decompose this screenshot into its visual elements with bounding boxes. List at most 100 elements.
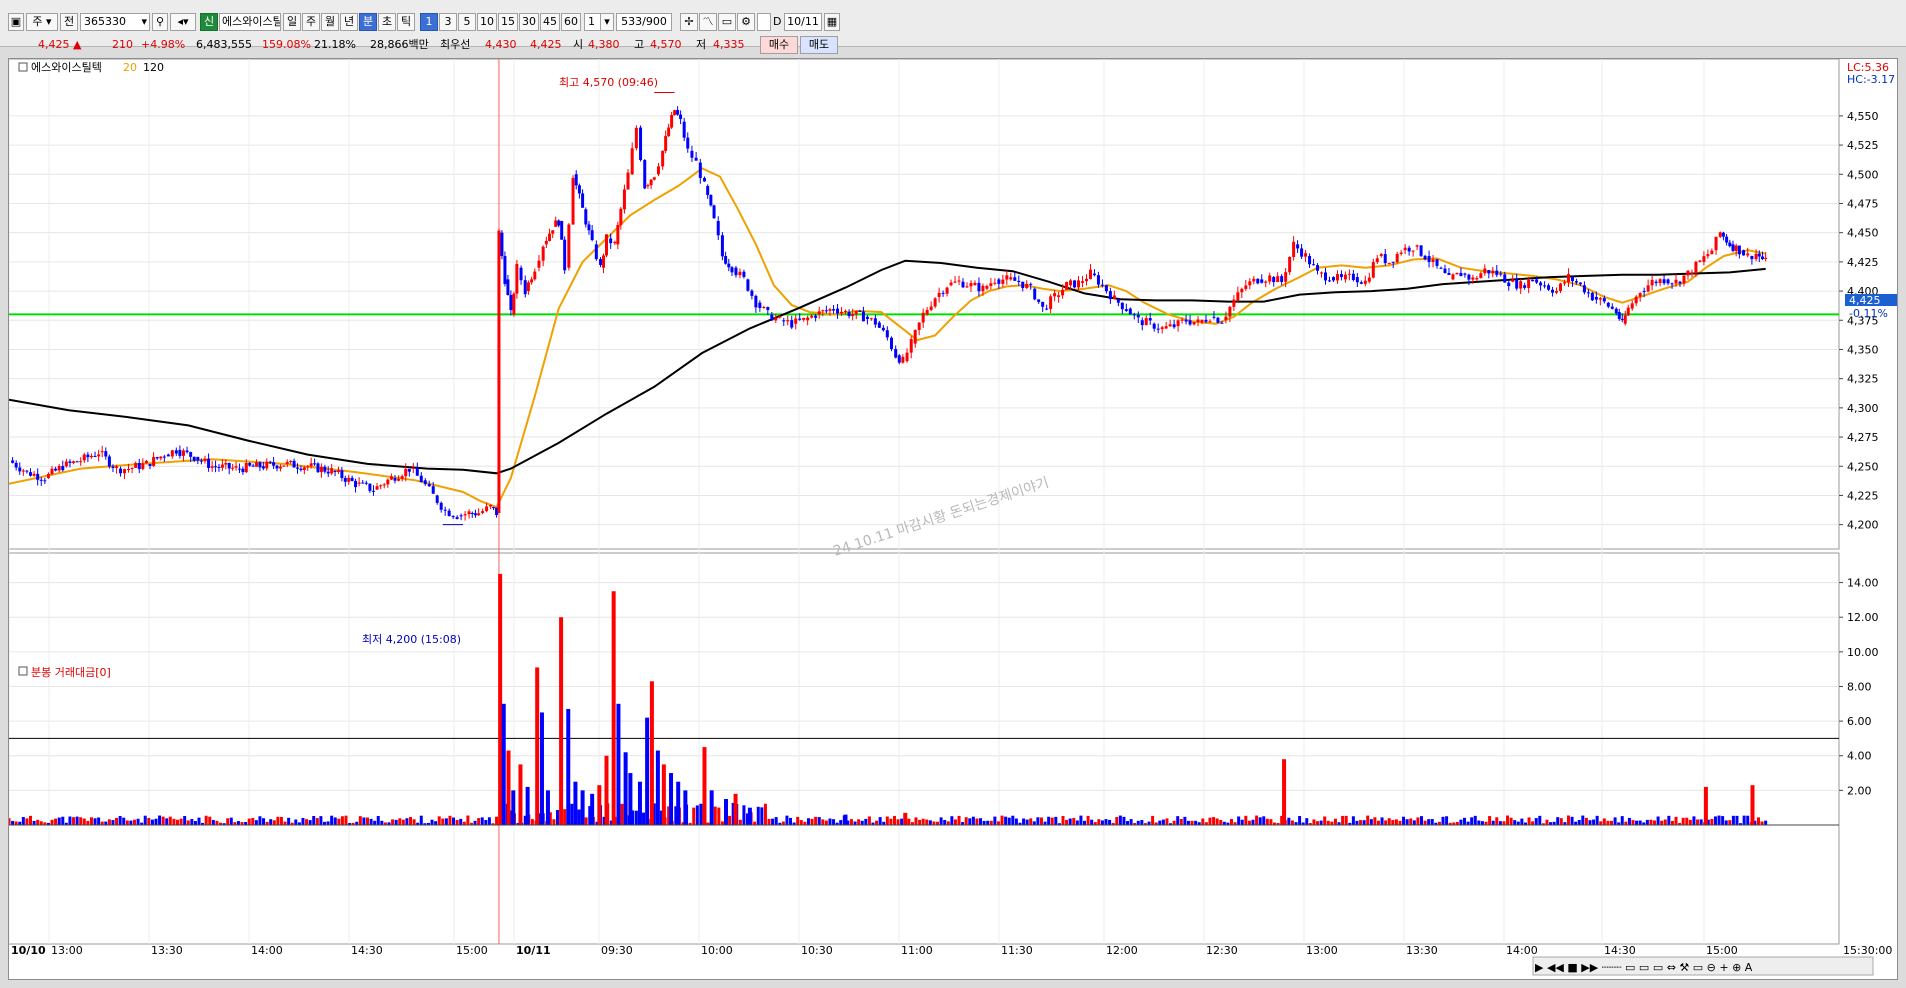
candle-down [686,137,690,149]
period-second[interactable]: 초 [378,13,396,31]
period-minute[interactable]: 분 [359,13,377,31]
candle-up [1395,253,1399,263]
candle-up [673,110,677,115]
volume-bar [394,819,398,825]
bar-count-field[interactable]: 533/900 [616,13,672,31]
volume-bar [896,819,900,825]
interval-3[interactable]: 3 [439,13,457,31]
volume-spike [1282,759,1287,825]
sound-icon[interactable]: ◂▾ [170,13,196,31]
candle-down [137,463,141,470]
volume-bar [1609,820,1613,825]
volume-bar [989,820,993,825]
interval-60[interactable]: 60 [561,13,581,31]
interval-10[interactable]: 10 [477,13,497,31]
candle-down [11,460,15,463]
price-tick-label: 4,325 [1847,373,1879,386]
candle-down [1725,236,1729,243]
volume-spike [843,814,848,825]
volume-bar [175,819,179,825]
candle-up [210,466,214,468]
candle-down [519,267,523,281]
candle-down [174,450,178,454]
stock-code-value: 365330 [84,15,126,28]
count-dropdown-icon[interactable]: ▾ [600,13,614,31]
search-icon[interactable]: ⚲ [152,13,168,31]
volume-bar [269,819,273,825]
period-week[interactable]: 주 [302,13,320,31]
candle-up [357,482,361,484]
interval-1[interactable]: 1 [420,13,438,31]
scroll-controls-icon[interactable]: ▶ ◀◀ ■ ▶▶ ┈┈┈ ▭ ▭ ▭ ⇔ ⚒ ▭ ⊖ + ⊕ A [1535,961,1753,974]
crosshair-icon[interactable]: ✢ [680,13,698,31]
volume-collapse-icon[interactable] [18,666,28,676]
volume-bar [1072,817,1076,825]
candle-down [1136,314,1140,318]
period-day[interactable]: 일 [283,13,301,31]
quote-turnover: 21.18% [314,38,356,51]
volume-bar [441,818,445,825]
volume-bar [29,815,33,825]
candle-down [712,205,716,219]
volume-bar [1151,815,1155,825]
window-layout-icon[interactable]: ▣ [8,13,24,31]
volume-bar [1470,817,1474,825]
type-select[interactable]: 주 ▾ [26,13,58,31]
candle-up [336,470,340,472]
interval-15[interactable]: 15 [498,13,518,31]
code-dropdown-icon[interactable]: ▾ [141,14,147,30]
date-input[interactable]: 10/11 [784,13,822,31]
high-annotation: 최고 4,570 (09:46) [559,76,658,89]
jeon-button[interactable]: 전 [60,13,78,31]
interval-45[interactable]: 45 [540,13,560,31]
volume-bar [398,818,402,825]
candle-down [581,193,585,208]
best-ask-label: 최우선 [440,38,471,51]
candle-down [676,110,680,115]
price-tick-label: 4,225 [1847,489,1879,502]
volume-bar [82,818,86,825]
buy-button[interactable]: 매수 [760,36,798,54]
candle-up [544,240,548,245]
stock-code-input[interactable]: 365330 ▾ [80,13,150,31]
interval-5[interactable]: 5 [458,13,476,31]
trend-icon[interactable]: 〽 [699,13,717,31]
sell-button[interactable]: 매도 [800,36,838,54]
volume-bar [821,819,825,825]
quote-change: 210 [112,38,133,51]
volume-bar [262,818,266,825]
volume-bar [1520,818,1524,825]
ma120-line [9,259,1766,475]
candle-down [1017,280,1021,283]
interval-30[interactable]: 30 [519,13,539,31]
volume-bar [828,818,832,825]
calendar-icon[interactable]: ▦ [824,13,840,31]
candle-down [1327,280,1331,282]
candle-up [1343,274,1347,280]
save-icon[interactable]: ▭ [718,13,736,31]
d-checkbox[interactable] [757,13,771,31]
volume-bar [204,815,208,825]
volume-bar [1760,821,1764,825]
volume-bar [1387,818,1391,825]
candle-up [1248,281,1252,286]
volume-bar [839,820,843,825]
panel-collapse-icon[interactable] [18,62,28,72]
candle-up [965,286,969,288]
gear-icon[interactable]: ⚙ [737,13,755,31]
candle-up [1112,295,1116,300]
candle-down [1666,279,1670,284]
price-volume-chart[interactable]: 4,5504,5254,5004,4754,4504,4254,4004,375… [9,59,1897,979]
x-tick-label: 12:00 [1106,944,1138,957]
candle-up [1164,326,1168,329]
period-tick[interactable]: 틱 [397,13,415,31]
period-year[interactable]: 년 [340,13,358,31]
price-tick-label: 4,550 [1847,110,1879,123]
candle-up [231,467,235,469]
chart-area[interactable]: 4,550 4,525 4,500 4,475 4,450 4,425 4,400 4,375… [8,58,1898,980]
volume-bar [1186,820,1190,825]
candle-up [541,246,545,261]
candle-down [316,463,320,473]
period-month[interactable]: 월 [321,13,339,31]
candle-down [1140,320,1144,326]
